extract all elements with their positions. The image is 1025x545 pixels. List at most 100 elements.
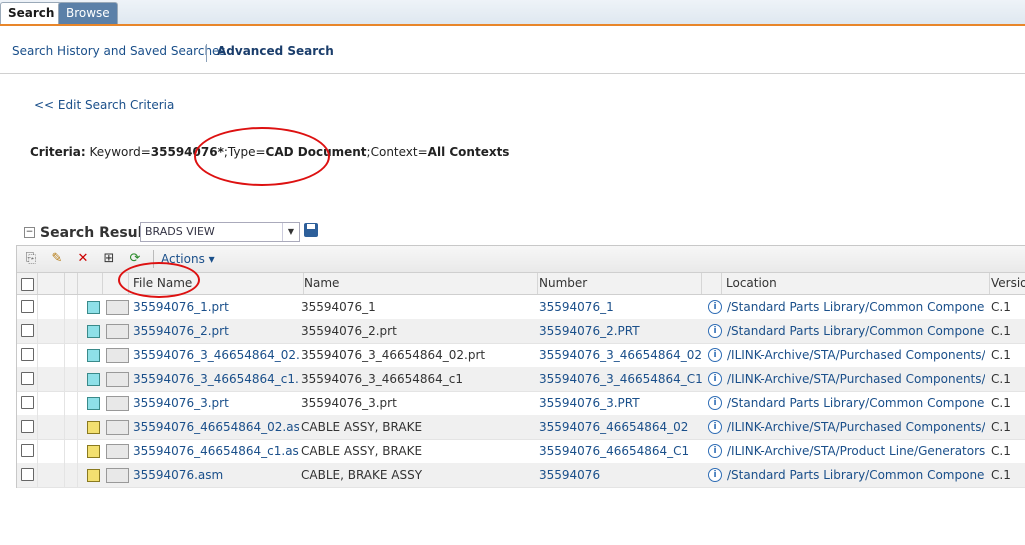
version-cell: C.1 [991,372,1011,386]
file-name-link[interactable]: 35594076_46654864_02.asm [133,415,299,439]
select-all-checkbox[interactable] [21,278,34,291]
location-link[interactable]: /ILINK-Archive/STA/Purchased Components/… [727,367,985,391]
location-link[interactable]: /Standard Parts Library/Common Component… [727,463,985,487]
column-divider [77,463,78,487]
file-name-link[interactable]: 35594076.asm [133,463,299,487]
info-icon[interactable]: i [708,468,722,482]
view-select[interactable]: BRADS VIEW ▼ [140,222,300,242]
column-name[interactable]: Name [300,273,538,294]
insert-icon[interactable]: ⊞ [101,251,117,267]
document-thumbnail-icon[interactable] [106,300,129,315]
file-name-link[interactable]: 35594076_46654864_c1.asm [133,439,299,463]
row-checkbox[interactable] [21,444,34,457]
number-link[interactable]: 35594076_3_46654864_02.PRT [539,343,703,367]
location-link[interactable]: /ILINK-Archive/STA/Product Line/Generato… [727,439,985,463]
row-checkbox[interactable] [21,396,34,409]
edit-icon[interactable]: ✎ [49,251,65,267]
tab-search[interactable]: Search [0,2,63,24]
info-icon[interactable]: i [708,372,722,386]
location-link[interactable]: /Standard Parts Library/Common Component… [727,391,985,415]
number-link[interactable]: 35594076_1 [539,295,703,319]
collapse-icon[interactable]: − [24,227,35,238]
info-icon[interactable]: i [708,420,722,434]
copy-icon[interactable]: ⎘ [23,251,39,267]
chevron-down-icon[interactable]: ▼ [282,223,299,241]
table-row[interactable]: 35594076_3_46654864_c1.prt 35594076_3_466… [17,367,1025,392]
column-divider [77,343,78,367]
select-all-cell [17,273,38,294]
version-cell: C.1 [991,396,1011,410]
info-icon[interactable]: i [708,324,722,338]
header-divider [0,73,1025,74]
table-row[interactable]: 35594076_1.prt 35594076_1 35594076_1 i/Stan… [17,295,1025,320]
name-cell: 35594076_3.prt [301,396,397,410]
number-link[interactable]: 35594076 [539,463,703,487]
tab-browse[interactable]: Browse [58,2,118,24]
part-icon [87,325,100,338]
table-row[interactable]: 35594076_3.prt 35594076_3.prt 35594076_3.P… [17,391,1025,416]
document-thumbnail-icon[interactable] [106,396,129,411]
document-thumbnail-icon[interactable] [106,348,129,363]
edit-search-criteria-link[interactable]: << Edit Search Criteria [34,98,174,112]
save-view-icon[interactable] [304,223,318,237]
column-divider [77,319,78,343]
part-icon [87,301,100,314]
column-divider [64,415,65,439]
info-icon[interactable]: i [708,396,722,410]
number-link[interactable]: 35594076_46654864_C1 [539,439,703,463]
header-blank [65,273,78,294]
document-thumbnail-icon[interactable] [106,420,129,435]
row-checkbox[interactable] [21,324,34,337]
name-cell: 35594076_3_46654864_02.prt [301,348,486,362]
criteria-label: Criteria: [30,145,86,159]
location-link[interactable]: /Standard Parts Library/Common Component… [727,319,985,343]
document-thumbnail-icon[interactable] [106,468,129,483]
row-checkbox[interactable] [21,348,34,361]
table-row[interactable]: 35594076_46654864_02.asm CABLE ASSY, BRAK… [17,415,1025,440]
name-cell: CABLE ASSY, BRAKE [301,420,423,434]
location-link[interactable]: /Standard Parts Library/Common Component… [727,295,985,319]
file-name-link[interactable]: 35594076_3_46654864_c1.prt [133,367,299,391]
assembly-icon [87,445,100,458]
column-number[interactable]: Number [538,273,702,294]
assembly-icon [87,421,100,434]
row-checkbox[interactable] [21,300,34,313]
column-divider [77,391,78,415]
view-select-value: BRADS VIEW [145,225,215,238]
column-version[interactable]: Version [989,273,1025,294]
advanced-search-link[interactable]: Advanced Search [217,44,334,58]
version-cell: C.1 [991,300,1011,314]
column-divider [64,295,65,319]
row-checkbox[interactable] [21,468,34,481]
info-icon[interactable]: i [708,300,722,314]
number-link[interactable]: 35594076_3_46654864_C1 [539,367,703,391]
number-link[interactable]: 35594076_2.PRT [539,319,703,343]
file-name-link[interactable]: 35594076_3.prt [133,391,299,415]
file-name-link[interactable]: 35594076_1.prt [133,295,299,319]
row-checkbox[interactable] [21,372,34,385]
table-row[interactable]: 35594076_46654864_c1.asm CABLE ASSY, BRAK… [17,439,1025,464]
annotation-circle-type [194,127,330,186]
table-row[interactable]: 35594076_2.prt 35594076_2.prt 35594076_2.P… [17,319,1025,344]
file-name-link[interactable]: 35594076_2.prt [133,319,299,343]
document-thumbnail-icon[interactable] [106,372,129,387]
document-thumbnail-icon[interactable] [106,444,129,459]
info-icon[interactable]: i [708,444,722,458]
row-checkbox[interactable] [21,420,34,433]
delete-icon[interactable]: ✕ [75,251,91,267]
version-cell: C.1 [991,468,1011,482]
name-cell: CABLE, BRAKE ASSY [301,468,423,482]
location-link[interactable]: /ILINK-Archive/STA/Purchased Components/… [727,415,985,439]
file-name-link[interactable]: 35594076_3_46654864_02.prt [133,343,299,367]
location-link[interactable]: /ILINK-Archive/STA/Purchased Components/… [727,343,985,367]
number-link[interactable]: 35594076_46654864_02 [539,415,703,439]
info-icon[interactable]: i [708,348,722,362]
number-link[interactable]: 35594076_3.PRT [539,391,703,415]
keyword-label: Keyword= [89,145,151,159]
search-history-link[interactable]: Search History and Saved Searches [12,44,226,58]
column-location[interactable]: Location [722,273,990,294]
table-row[interactable]: 35594076_3_46654864_02.prt 35594076_3_466… [17,343,1025,368]
column-divider [77,367,78,391]
table-row[interactable]: 35594076.asm CABLE, BRAKE ASSY 35594076 i/S… [17,463,1025,488]
document-thumbnail-icon[interactable] [106,324,129,339]
